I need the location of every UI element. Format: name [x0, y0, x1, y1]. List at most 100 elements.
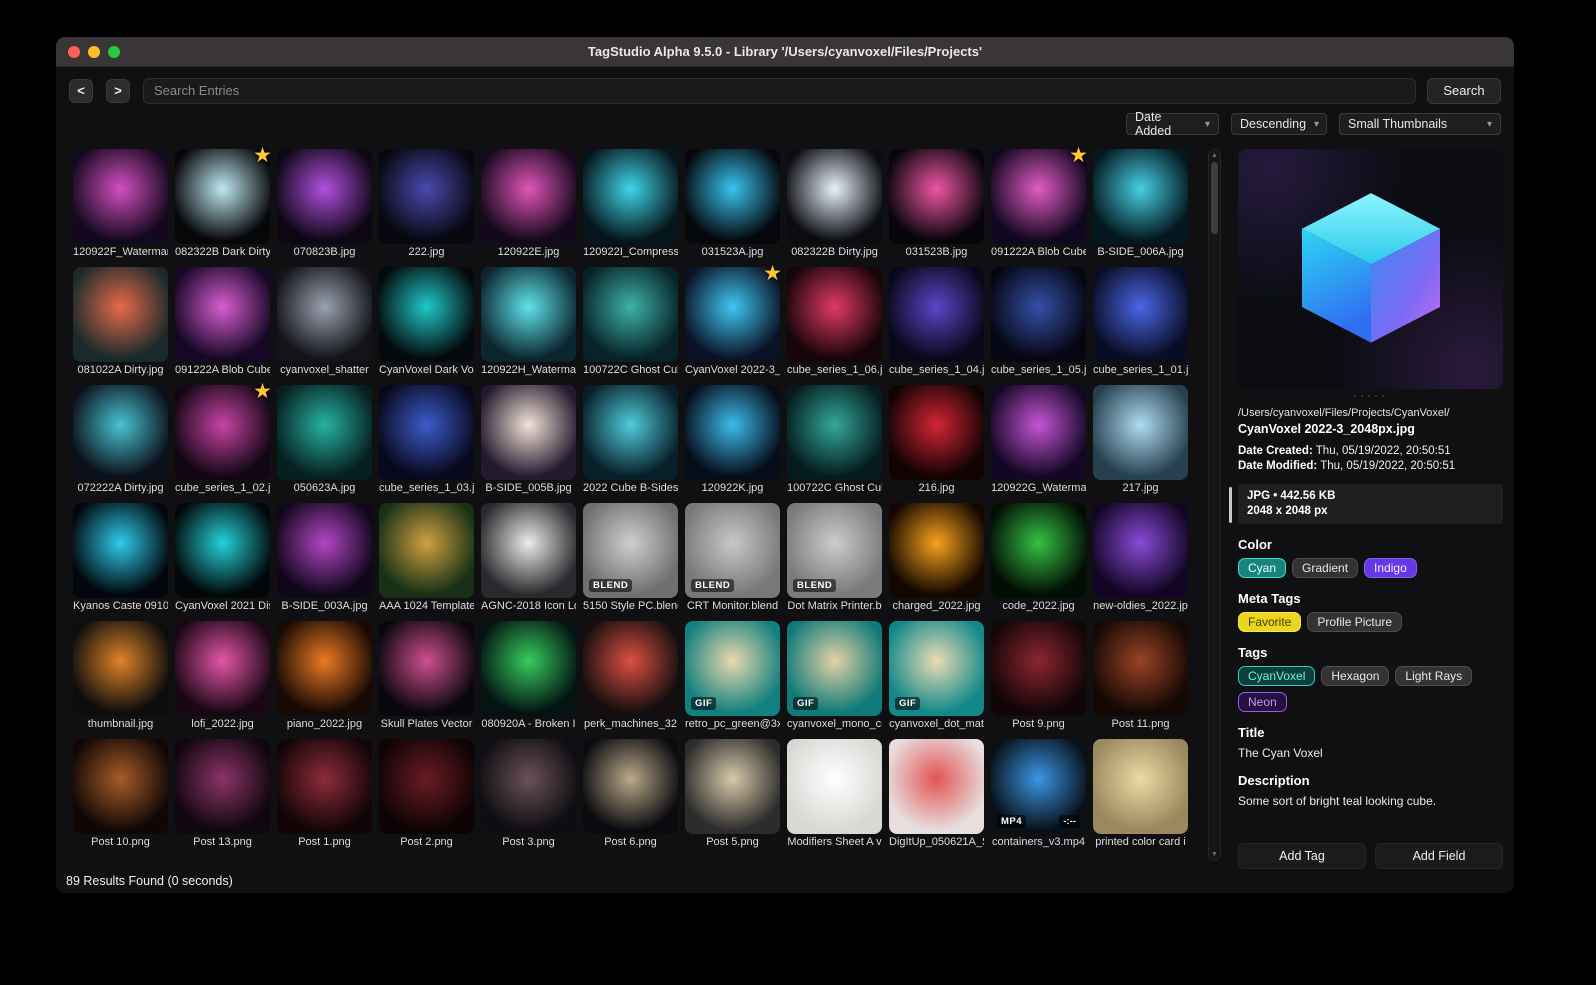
thumbnail-image[interactable]: [1093, 149, 1188, 244]
thumbnail-image[interactable]: [481, 149, 576, 244]
thumbnail-image[interactable]: [379, 503, 474, 598]
thumbnail-image[interactable]: [889, 149, 984, 244]
thumbnail-image[interactable]: [73, 739, 168, 834]
thumbnail-image[interactable]: [277, 621, 372, 716]
thumbnail-image[interactable]: [175, 739, 270, 834]
thumbnail-image[interactable]: GIF: [685, 621, 780, 716]
grid-tile[interactable]: code_2022.jpg: [991, 503, 1086, 614]
thumbnail-image[interactable]: [583, 739, 678, 834]
grid-tile[interactable]: AGNC-2018 Icon Lo: [481, 503, 576, 614]
grid-tile[interactable]: ★ cube_series_1_02.j: [175, 381, 272, 496]
thumbnail-image[interactable]: [991, 621, 1086, 716]
grid-tile[interactable]: Post 1.png: [277, 739, 372, 850]
grid-tile[interactable]: cube_series_1_04.j: [889, 267, 984, 378]
sort-field-dropdown[interactable]: Date Added ▾: [1126, 110, 1219, 138]
tag-badge[interactable]: Indigo: [1364, 558, 1417, 578]
thumbnail-image[interactable]: [73, 385, 168, 480]
thumbnail-image[interactable]: [73, 503, 168, 598]
panel-scrollbar[interactable]: [1229, 487, 1232, 523]
grid-tile[interactable]: GIF cyanvoxel_dot_mat: [889, 621, 984, 732]
grid-tile[interactable]: 070823B.jpg: [277, 149, 372, 260]
grid-tile[interactable]: Skull Plates Vector: [379, 621, 474, 732]
panel-drag-handle[interactable]: ·····: [1238, 389, 1503, 402]
grid-tile[interactable]: new-oldies_2022.jp: [1093, 503, 1188, 614]
thumbnail-image[interactable]: [481, 739, 576, 834]
thumbnail-image[interactable]: MP4 -:--: [991, 739, 1086, 834]
grid-tile[interactable]: 081022A Dirty.jpg: [73, 267, 168, 378]
thumbnail-image[interactable]: [1093, 621, 1188, 716]
grid-tile[interactable]: 082322B Dirty.jpg: [787, 149, 882, 260]
tag-badge[interactable]: Light Rays: [1395, 666, 1473, 686]
grid-tile[interactable]: Post 10.png: [73, 739, 168, 850]
grid-tile[interactable]: B-SIDE_003A.jpg: [277, 503, 372, 614]
grid-tile[interactable]: 120922I_Compress: [583, 149, 678, 260]
tag-badge[interactable]: Cyan: [1238, 558, 1287, 578]
titlebar[interactable]: TagStudio Alpha 9.5.0 - Library '/Users/…: [56, 37, 1514, 67]
grid-tile[interactable]: 120922K.jpg: [685, 385, 780, 496]
thumbnail-image[interactable]: ★: [991, 145, 1088, 244]
grid-tile[interactable]: Post 3.png: [481, 739, 576, 850]
grid-tile[interactable]: charged_2022.jpg: [889, 503, 984, 614]
thumbnail-image[interactable]: [175, 503, 270, 598]
tag-badge[interactable]: CyanVoxel: [1238, 666, 1316, 686]
grid-tile[interactable]: ★ 091222A Blob Cube: [991, 145, 1088, 260]
grid-tile[interactable]: Post 5.png: [685, 739, 780, 850]
thumbnail-image[interactable]: BLEND: [787, 503, 882, 598]
grid-tile[interactable]: 222.jpg: [379, 149, 474, 260]
grid-tile[interactable]: lofi_2022.jpg: [175, 621, 270, 732]
thumbnail-image[interactable]: [787, 267, 882, 362]
thumbnail-image[interactable]: ★: [685, 263, 782, 362]
tag-badge[interactable]: Neon: [1238, 692, 1287, 712]
search-input[interactable]: [143, 77, 1416, 104]
thumbnail-image[interactable]: [175, 267, 270, 362]
thumbnail-image[interactable]: [277, 149, 372, 244]
grid-tile[interactable]: B-SIDE_006A.jpg: [1093, 149, 1188, 260]
scroll-down-icon[interactable]: ▼: [1209, 851, 1220, 858]
tag-badge[interactable]: Gradient: [1292, 558, 1359, 578]
grid-tile[interactable]: B-SIDE_005B.jpg: [481, 385, 576, 496]
grid-tile[interactable]: 031523A.jpg: [685, 149, 780, 260]
grid-tile[interactable]: 031523B.jpg: [889, 149, 984, 260]
thumbnail-image[interactable]: [1093, 503, 1188, 598]
thumbnail-image[interactable]: [481, 267, 576, 362]
thumbnail-image[interactable]: [583, 385, 678, 480]
grid-scrollbar[interactable]: ▲ ▼: [1208, 149, 1221, 861]
grid-tile[interactable]: Post 2.png: [379, 739, 474, 850]
add-tag-button[interactable]: Add Tag: [1238, 843, 1366, 869]
grid-tile[interactable]: cube_series_1_06.j: [787, 267, 882, 378]
thumbnail-image[interactable]: [991, 385, 1086, 480]
thumbnail-image[interactable]: [583, 267, 678, 362]
thumbnail-image[interactable]: [379, 739, 474, 834]
tag-badge[interactable]: Favorite: [1238, 612, 1302, 632]
grid-tile[interactable]: 120922F_Watermark: [73, 149, 168, 260]
thumbnail-image[interactable]: [73, 267, 168, 362]
sort-order-dropdown[interactable]: Descending ▾: [1231, 113, 1327, 135]
scroll-up-icon[interactable]: ▲: [1209, 152, 1220, 159]
thumbnail-image[interactable]: [379, 267, 474, 362]
grid-tile[interactable]: DigItUp_050621A_S: [889, 739, 984, 850]
thumbnail-image[interactable]: [787, 149, 882, 244]
grid-tile[interactable]: Post 11.png: [1093, 621, 1188, 732]
grid-tile[interactable]: thumbnail.jpg: [73, 621, 168, 732]
grid-tile[interactable]: BLEND CRT Monitor.blend: [685, 503, 780, 614]
tag-badge[interactable]: Hexagon: [1321, 666, 1390, 686]
grid-tile[interactable]: Kyanos Caste 0910: [73, 503, 168, 614]
thumbnail-image[interactable]: GIF: [889, 621, 984, 716]
close-button[interactable]: [68, 46, 80, 58]
thumbnail-image[interactable]: [175, 621, 270, 716]
grid-tile[interactable]: cube_series_1_01.j: [1093, 267, 1188, 378]
grid-tile[interactable]: 120922G_Waterma: [991, 385, 1086, 496]
thumbnail-image[interactable]: [481, 385, 576, 480]
thumbnail-size-dropdown[interactable]: Small Thumbnails ▾: [1339, 113, 1501, 135]
grid-tile[interactable]: 072222A Dirty.jpg: [73, 385, 168, 496]
thumbnail-image[interactable]: [481, 621, 576, 716]
preview-image[interactable]: [1238, 149, 1503, 389]
thumbnail-image[interactable]: ★: [175, 145, 272, 244]
thumbnail-image[interactable]: [685, 739, 780, 834]
tag-badge[interactable]: Profile Picture: [1307, 612, 1403, 632]
grid-tile[interactable]: 2022 Cube B-Sides: [583, 385, 678, 496]
grid-tile[interactable]: BLEND Dot Matrix Printer.b: [787, 503, 882, 614]
thumbnail-image[interactable]: [583, 621, 678, 716]
add-field-button[interactable]: Add Field: [1375, 843, 1503, 869]
grid-tile[interactable]: cyanvoxel_shatter: [277, 267, 372, 378]
